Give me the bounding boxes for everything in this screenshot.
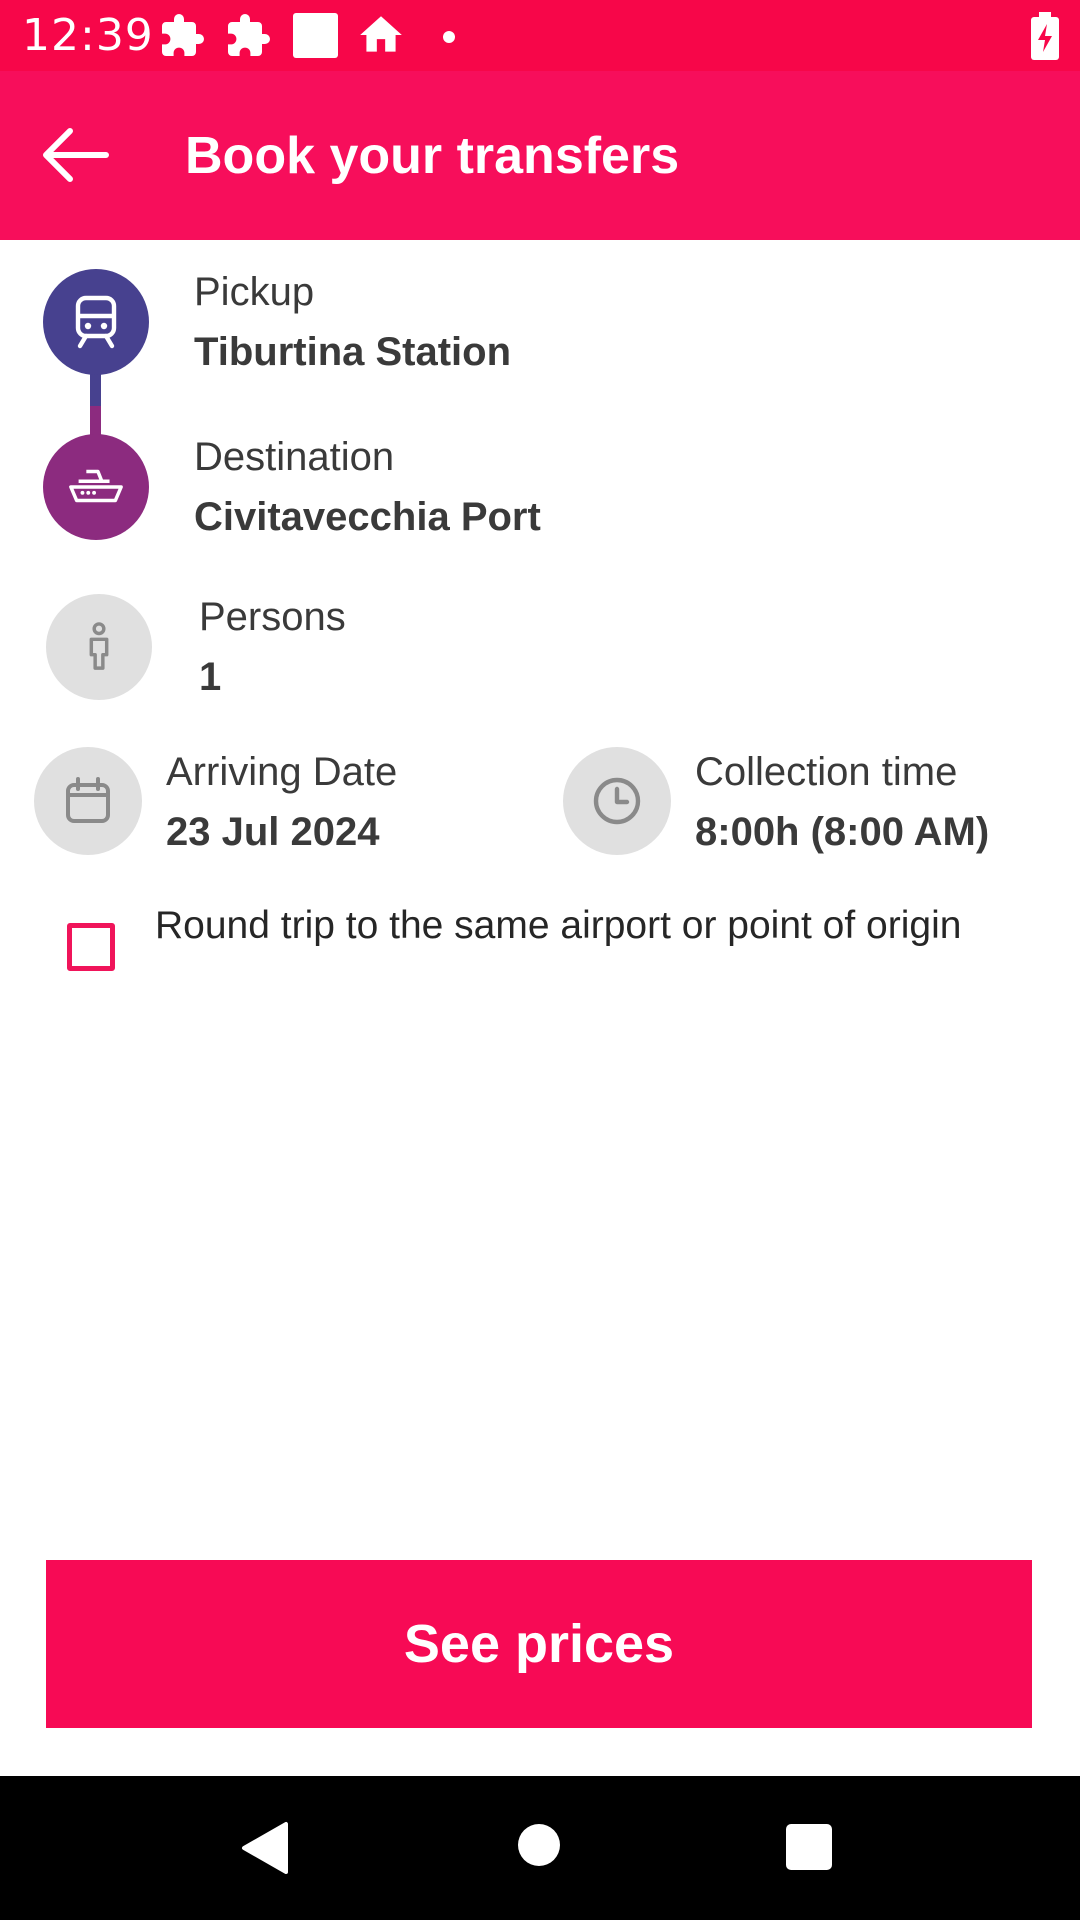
home-icon — [360, 16, 402, 52]
battery-charging-icon — [1031, 12, 1059, 60]
person-icon — [89, 622, 109, 670]
home-circle-icon[interactable] — [518, 1824, 560, 1866]
arriving-date-value[interactable]: 23 Jul 2024 — [166, 808, 380, 856]
collection-time-value[interactable]: 8:00h (8:00 AM) — [695, 808, 989, 856]
collection-time-label: Collection time — [695, 750, 958, 794]
see-prices-button[interactable]: See prices — [46, 1560, 1032, 1728]
puzzle-icon — [228, 14, 270, 56]
arrow-left-icon[interactable] — [36, 125, 112, 185]
destination-value[interactable]: Civitavecchia Port — [194, 493, 541, 541]
persons-label: Persons — [199, 595, 346, 639]
collection-time-icon-circle[interactable] — [563, 747, 671, 855]
calendar-icon — [66, 777, 110, 823]
destination-label: Destination — [194, 435, 395, 479]
route-connector — [90, 370, 101, 442]
pickup-label: Pickup — [194, 270, 315, 314]
dot-icon — [443, 31, 455, 43]
app-bar: Book your transfers — [0, 71, 1080, 240]
clock-icon — [593, 777, 641, 825]
round-trip-label[interactable]: Round trip to the same airport or point … — [155, 902, 1015, 950]
square-icon — [293, 13, 338, 58]
recents-square-icon[interactable] — [786, 1824, 832, 1870]
arriving-date-label: Arriving Date — [166, 750, 398, 794]
round-trip-checkbox[interactable] — [67, 923, 115, 971]
system-nav-bar — [0, 1776, 1080, 1920]
ship-icon — [69, 469, 123, 503]
status-bar: 12:39 — [0, 0, 1080, 71]
train-icon — [75, 295, 117, 349]
persons-value[interactable]: 1 — [199, 653, 221, 701]
back-triangle-icon[interactable] — [240, 1820, 290, 1876]
pickup-value[interactable]: Tiburtina Station — [194, 328, 511, 376]
destination-icon-circle — [43, 434, 149, 540]
page-title: Book your transfers — [185, 127, 680, 185]
status-time: 12:39 — [22, 10, 154, 61]
persons-icon-circle[interactable] — [46, 594, 152, 700]
arriving-date-icon-circle[interactable] — [34, 747, 142, 855]
puzzle-icon — [162, 14, 204, 56]
pickup-icon-circle — [43, 269, 149, 375]
